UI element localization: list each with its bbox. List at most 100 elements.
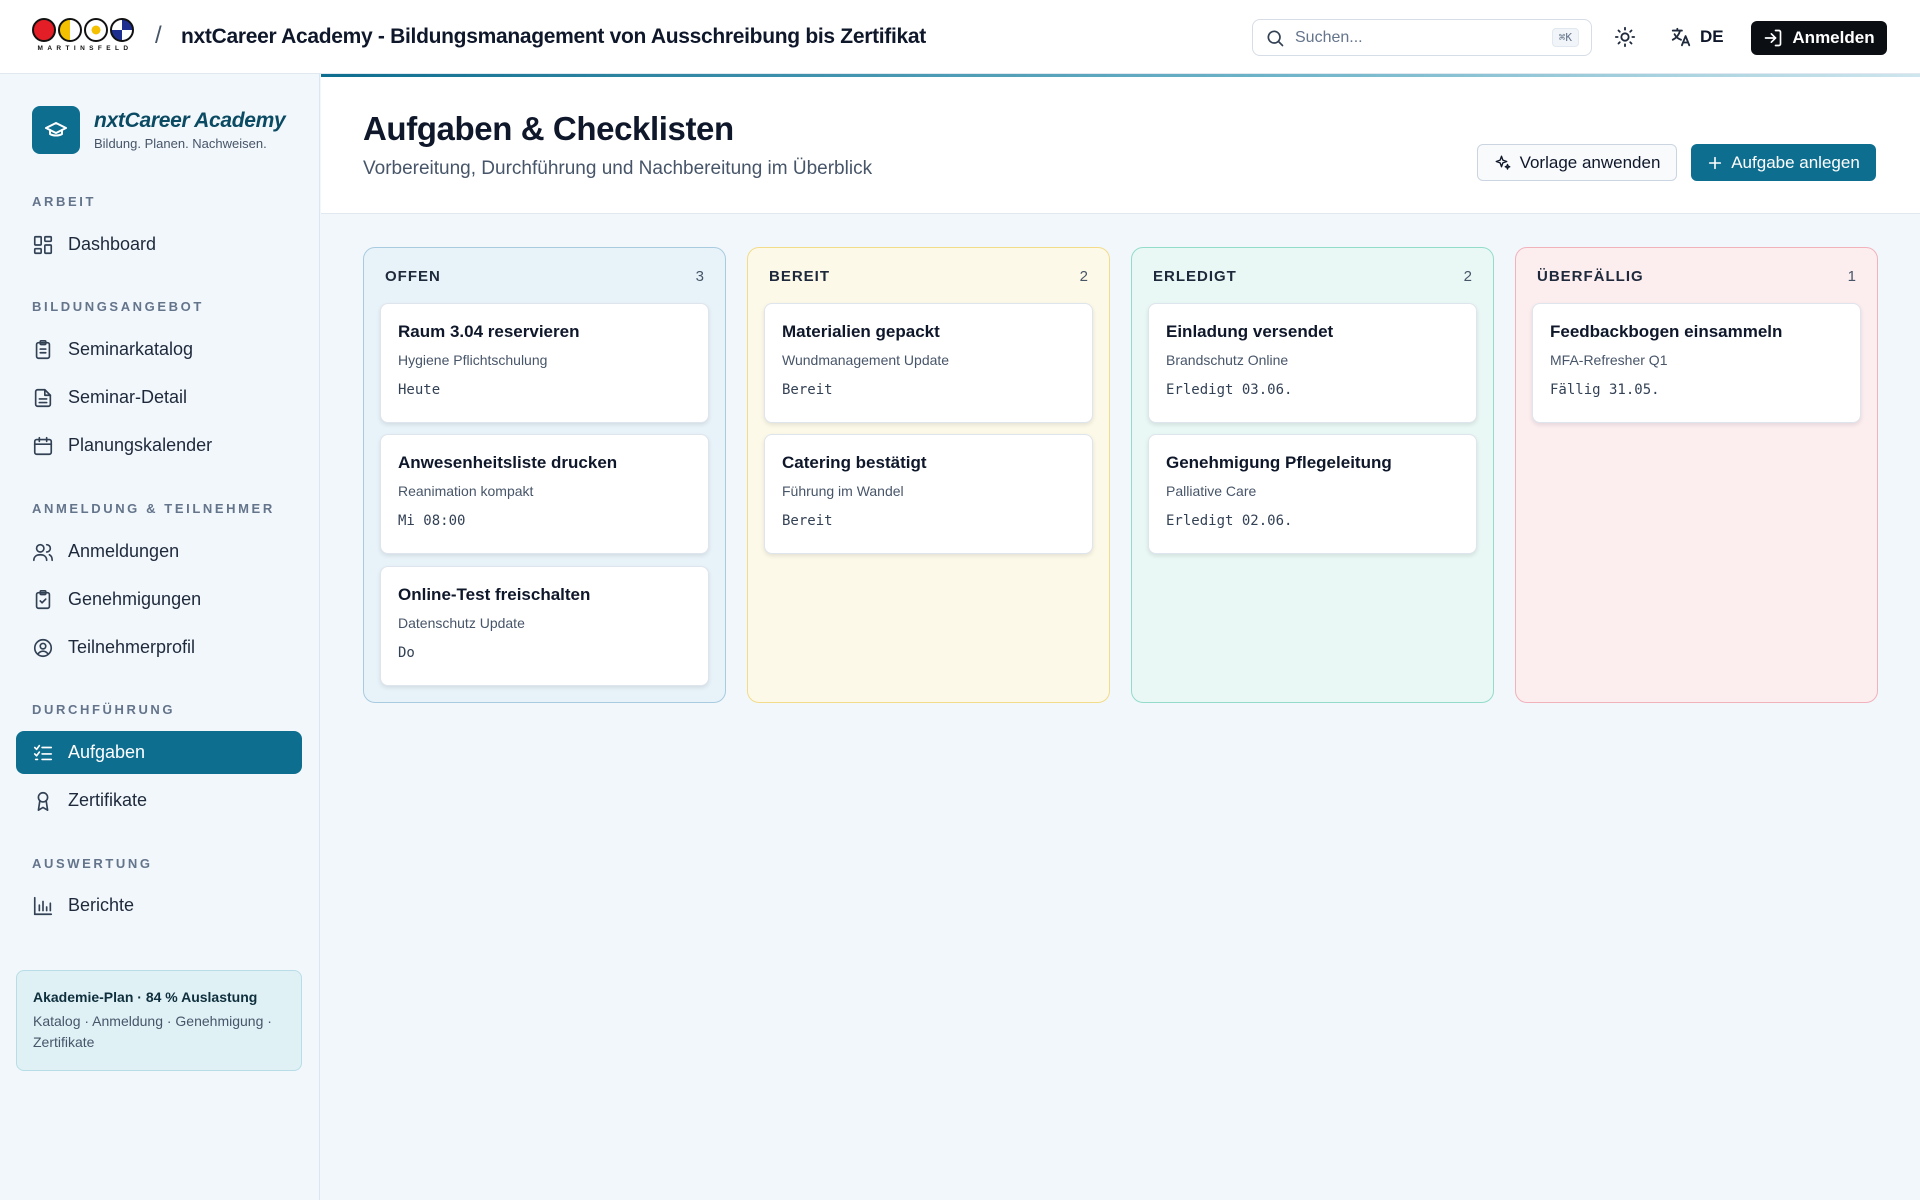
task-title: Einladung versendet <box>1166 322 1334 341</box>
task-due: Do <box>398 645 415 661</box>
sidebar-item-zertifikate[interactable]: Zertifikate <box>16 779 302 822</box>
board-column-ueberfaellig: ÜBERFÄLLIG 1 Feedbackbogen einsammeln MF… <box>1515 247 1878 703</box>
plan-summary-box: Akademie-Plan · 84 % Auslastung Katalog … <box>16 970 302 1071</box>
martinsfeld-logo[interactable]: MARTINSFELD <box>32 18 138 58</box>
plus-icon <box>1709 156 1722 169</box>
theme-toggle-button[interactable] <box>1612 24 1638 50</box>
task-card[interactable]: Feedbackbogen einsammeln MFA-Refresher Q… <box>1532 303 1861 423</box>
task-due: Mi 08:00 <box>398 513 466 529</box>
search-placeholder: Suchen... <box>1295 28 1363 46</box>
task-card[interactable]: Anwesenheitsliste drucken Reanimation ko… <box>380 434 709 554</box>
sidebar-item-label: Zertifikate <box>68 790 148 810</box>
section-label-bildungsangebot: BILDUNGSANGEBOT <box>32 299 204 314</box>
calendar-icon <box>33 436 53 455</box>
document-icon <box>34 388 52 407</box>
section-label-anmeldung: ANMELDUNG & TEILNEHMER <box>32 501 275 516</box>
task-course: Palliative Care <box>1166 483 1257 499</box>
task-card[interactable]: Catering bestätigt Führung im Wandel Ber… <box>764 434 1093 554</box>
sidebar-brand[interactable]: nxtCareer Academy Bildung. Planen. Nachw… <box>32 106 286 154</box>
task-course: Hygiene Pflichtschulung <box>398 352 548 368</box>
column-title: OFFEN <box>385 268 441 285</box>
column-title: ERLEDIGT <box>1153 268 1237 285</box>
sidebar-item-seminar-detail[interactable]: Seminar-Detail <box>16 376 302 419</box>
clipboard-list-icon <box>35 339 51 359</box>
award-icon <box>37 791 49 811</box>
sidebar-item-label: Teilnehmerprofil <box>68 637 196 657</box>
sidebar-item-anmeldungen[interactable]: Anmeldungen <box>16 530 302 573</box>
search-input[interactable]: Suchen... ⌘K <box>1252 19 1592 56</box>
task-title: Genehmigung Pflegeleitung <box>1166 453 1392 472</box>
task-title: Anwesenheitsliste drucken <box>398 453 618 472</box>
apply-template-label: Vorlage anwenden <box>1519 152 1661 172</box>
board-column-erledigt: ERLEDIGT 2 Einladung versendet Brandschu… <box>1131 247 1494 703</box>
column-count: 3 <box>695 268 704 285</box>
sidebar-item-aufgaben[interactable]: Aufgaben <box>16 731 302 774</box>
section-label-arbeit: ARBEIT <box>32 194 96 209</box>
users-icon <box>33 543 53 561</box>
graduation-cap-icon <box>32 106 80 154</box>
task-status: Erledigt 02.06. <box>1166 513 1293 529</box>
board-column-bereit: BEREIT 2 Materialien gepackt Wundmanagem… <box>747 247 1110 703</box>
logo-yellow-dot <box>58 18 82 42</box>
board-column-offen: OFFEN 3 Raum 3.04 reservieren Hygiene Pf… <box>363 247 726 703</box>
task-card[interactable]: Online-Test freischalten Datenschutz Upd… <box>380 566 709 686</box>
task-card[interactable]: Raum 3.04 reservieren Hygiene Pflichtsch… <box>380 303 709 423</box>
task-title: Online-Test freischalten <box>398 585 591 604</box>
plan-subtitle: Katalog · Anmeldung · Genehmigung · Zert… <box>33 1013 272 1050</box>
task-course: Wundmanagement Update <box>782 352 950 368</box>
search-icon <box>1267 30 1284 46</box>
task-title: Raum 3.04 reservieren <box>398 322 580 341</box>
sidebar-item-label: Genehmigungen <box>68 589 202 609</box>
task-title: Feedbackbogen einsammeln <box>1550 322 1783 341</box>
sidebar-item-label: Berichte <box>68 895 135 915</box>
app-title: nxtCareer Academy - Bildungsmanagement v… <box>181 25 926 48</box>
sidebar-brand-tagline: Bildung. Planen. Nachweisen. <box>94 136 267 151</box>
column-count: 2 <box>1079 268 1088 285</box>
login-button[interactable]: Anmelden <box>1751 21 1887 55</box>
sidebar-brand-name: nxtCareer Academy <box>94 109 286 132</box>
task-status: Bereit <box>782 382 833 398</box>
sidebar-item-label: Seminarkatalog <box>68 339 194 359</box>
task-title: Materialien gepackt <box>782 322 940 341</box>
sidebar-item-genehmigungen[interactable]: Genehmigungen <box>16 578 302 621</box>
bar-chart-icon <box>33 896 53 915</box>
task-status: Erledigt 03.06. <box>1166 382 1293 398</box>
apply-template-button[interactable]: Vorlage anwenden <box>1477 144 1677 181</box>
sidebar-item-berichte[interactable]: Berichte <box>16 884 302 927</box>
sidebar: nxtCareer Academy Bildung. Planen. Nachw… <box>0 74 320 1200</box>
task-due: Heute <box>398 382 441 398</box>
sidebar-item-label: Anmeldungen <box>68 541 180 561</box>
task-card[interactable]: Genehmigung Pflegeleitung Palliative Car… <box>1148 434 1477 554</box>
breadcrumb-separator: / <box>155 22 162 49</box>
task-course: Datenschutz Update <box>398 615 525 631</box>
sidebar-item-dashboard[interactable]: Dashboard <box>16 223 302 266</box>
task-due: Fällig 31.05. <box>1550 382 1660 398</box>
sun-icon <box>1614 26 1636 48</box>
section-label-auswertung: AUSWERTUNG <box>32 856 153 871</box>
sidebar-item-label: Planungskalender <box>68 435 213 455</box>
user-circle-icon <box>33 638 53 657</box>
add-task-button[interactable]: Aufgabe anlegen <box>1691 144 1876 181</box>
login-icon <box>1765 29 1782 47</box>
login-label: Anmelden <box>1792 28 1875 47</box>
page-subtitle: Vorbereitung, Durchführung und Nachberei… <box>363 158 873 179</box>
column-count: 2 <box>1463 268 1472 285</box>
task-course: Führung im Wandel <box>782 483 904 499</box>
column-count: 1 <box>1847 268 1856 285</box>
sidebar-item-seminarkatalog[interactable]: Seminarkatalog <box>16 328 302 371</box>
column-title: BEREIT <box>769 268 831 285</box>
language-selector[interactable]: DE <box>1670 22 1724 52</box>
task-course: MFA-Refresher Q1 <box>1550 352 1668 368</box>
page-title: Aufgaben & Checklisten <box>363 110 734 147</box>
page-header: Aufgaben & Checklisten Vorbereitung, Dur… <box>321 74 1920 214</box>
task-card[interactable]: Einladung versendet Brandschutz Online E… <box>1148 303 1477 423</box>
plan-title: Akademie-Plan · 84 % Auslastung <box>33 989 258 1005</box>
sidebar-item-label: Seminar-Detail <box>68 387 188 407</box>
logo-red-dot <box>32 18 56 42</box>
task-card[interactable]: Materialien gepackt Wundmanagement Updat… <box>764 303 1093 423</box>
search-shortcut-badge: ⌘K <box>1551 28 1579 47</box>
translate-icon <box>1671 27 1691 47</box>
task-course: Brandschutz Online <box>1166 352 1289 368</box>
sidebar-item-planungskalender[interactable]: Planungskalender <box>16 424 302 467</box>
sidebar-item-teilnehmerprofil[interactable]: Teilnehmerprofil <box>16 626 302 669</box>
